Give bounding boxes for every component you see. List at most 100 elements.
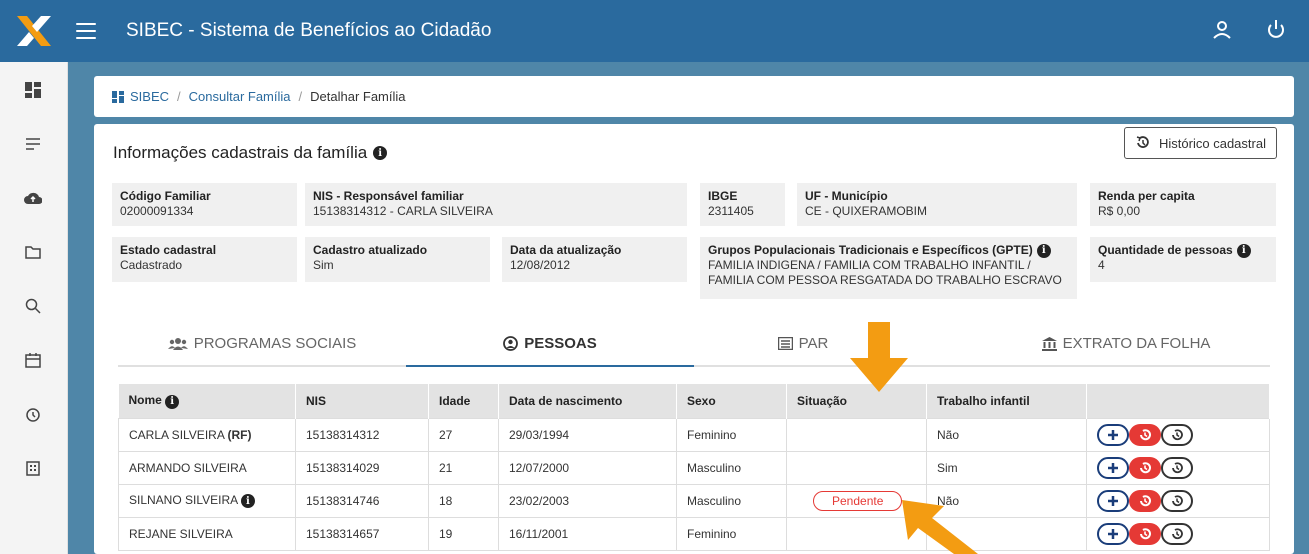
cell-sexo: Feminino <box>676 516 787 551</box>
history-red-button[interactable] <box>1129 522 1161 545</box>
tabs: PROGRAMAS SOCIAIS PESSOAS PAR EXTRATO DA… <box>118 322 1270 367</box>
folder-icon[interactable] <box>23 242 43 262</box>
field-codigo-familiar: Código Familiar 02000091334 <box>112 183 297 226</box>
cell-sexo: Feminino <box>676 417 787 452</box>
field-uf-municipio: UF - Município CE - QUIXERAMOBIM <box>797 183 1077 226</box>
history-icon <box>1172 461 1183 473</box>
cell-nasc: 29/03/1994 <box>498 417 677 452</box>
search-icon[interactable] <box>23 296 43 316</box>
dashboard-icon <box>112 90 124 103</box>
field-data-atualizacao: Data da atualização 12/08/2012 <box>502 237 687 282</box>
add-button[interactable] <box>1097 522 1129 545</box>
history-button[interactable] <box>1161 489 1193 512</box>
col-acoes <box>1086 384 1270 418</box>
alarm-icon[interactable] <box>23 404 43 424</box>
col-sexo: Sexo <box>676 384 787 418</box>
cell-nome: SILNANO SILVEIRA i <box>118 483 296 518</box>
building-icon[interactable] <box>23 458 43 478</box>
add-button[interactable] <box>1097 489 1129 512</box>
cell-nasc: 16/11/2001 <box>498 516 677 551</box>
cloud-upload-icon[interactable] <box>23 188 43 208</box>
plus-icon <box>1108 429 1118 440</box>
cell-sexo: Masculino <box>676 450 787 485</box>
table-row: REJANE SILVEIRA 15138314657 19 16/11/200… <box>118 516 1270 551</box>
annotation-arrow-up-left <box>902 500 978 554</box>
breadcrumb-home[interactable]: SIBEC <box>130 89 169 104</box>
user-icon[interactable] <box>1209 17 1235 43</box>
dashboard-icon[interactable] <box>23 80 43 100</box>
cell-actions <box>1086 417 1270 452</box>
cell-nome: ARMANDO SILVEIRA <box>118 450 296 485</box>
info-icon: i <box>165 394 180 409</box>
cell-nis: 15138314746 <box>295 483 429 518</box>
user-circle-icon <box>503 336 519 351</box>
cell-actions <box>1086 450 1270 485</box>
caixa-x-logo[interactable] <box>0 0 68 62</box>
field-renda: Renda per capita R$ 0,00 <box>1090 183 1276 226</box>
cell-nis: 15138314029 <box>295 450 429 485</box>
status-badge[interactable]: Pendente <box>813 490 903 511</box>
history-red-button[interactable] <box>1129 423 1161 446</box>
people-table: Nome i NIS Idade Data de nascimento Sexo… <box>118 384 1270 551</box>
cell-nasc: 23/02/2003 <box>498 483 677 518</box>
col-idade: Idade <box>428 384 499 418</box>
app-title: SIBEC - Sistema de Benefícios ao Cidadão <box>126 20 492 41</box>
plus-icon <box>1108 528 1118 539</box>
add-button[interactable] <box>1097 423 1129 446</box>
field-quantidade-pessoas: Quantidade de pessoas i 4 <box>1090 237 1276 282</box>
cell-idade: 27 <box>428 417 499 452</box>
history-icon <box>1172 494 1183 506</box>
cell-nome: CARLA SILVEIRA (RF) <box>118 417 296 452</box>
history-icon <box>1140 428 1151 440</box>
tab-programas-sociais[interactable]: PROGRAMAS SOCIAIS <box>118 322 406 365</box>
info-icon: i <box>1236 243 1251 258</box>
sidebar <box>0 62 68 554</box>
tab-par[interactable]: PAR <box>694 322 982 365</box>
plus-icon <box>1108 462 1118 473</box>
history-button[interactable] <box>1161 456 1193 479</box>
list-alt-icon <box>777 337 793 350</box>
users-icon <box>167 337 188 350</box>
table-row: ARMANDO SILVEIRA 15138314029 21 12/07/20… <box>118 450 1270 485</box>
history-button[interactable] <box>1161 423 1193 446</box>
info-icon: i <box>1036 243 1051 258</box>
add-button[interactable] <box>1097 456 1129 479</box>
breadcrumb-consultar-familia[interactable]: Consultar Família <box>189 89 291 104</box>
field-nis-responsavel: NIS - Responsável familiar 15138314312 - … <box>305 183 687 226</box>
history-red-button[interactable] <box>1129 489 1161 512</box>
col-data-nascimento: Data de nascimento <box>498 384 677 418</box>
cell-nasc: 12/07/2000 <box>498 450 677 485</box>
cell-idade: 18 <box>428 483 499 518</box>
cell-situacao <box>786 450 927 485</box>
history-icon <box>1136 136 1149 148</box>
table-row: SILNANO SILVEIRA i 15138314746 18 23/02/… <box>118 483 1270 518</box>
list-icon[interactable] <box>23 134 43 154</box>
history-icon <box>1140 494 1151 506</box>
tab-pessoas[interactable]: PESSOAS <box>406 322 694 367</box>
col-trabalho-infantil: Trabalho infantil <box>926 384 1087 418</box>
tab-extrato-da-folha[interactable]: EXTRATO DA FOLHA <box>982 322 1270 365</box>
history-icon <box>1140 461 1151 473</box>
col-nis: NIS <box>295 384 429 418</box>
breadcrumb: SIBEC / Consultar Família / Detalhar Fam… <box>94 76 1294 117</box>
power-icon[interactable] <box>1263 17 1289 43</box>
field-cadastro-atualizado: Cadastro atualizado Sim <box>305 237 490 282</box>
history-red-button[interactable] <box>1129 456 1161 479</box>
field-estado-cadastral: Estado cadastral Cadastrado <box>112 237 297 282</box>
cell-nis: 15138314657 <box>295 516 429 551</box>
history-icon <box>1172 527 1183 539</box>
calendar-icon[interactable] <box>23 350 43 370</box>
cell-trabalho: Não <box>926 417 1087 452</box>
cell-situacao <box>786 417 927 452</box>
plus-icon <box>1108 495 1118 506</box>
history-button[interactable] <box>1161 522 1193 545</box>
cell-trabalho: Sim <box>926 450 1087 485</box>
field-ibge: IBGE 2311405 <box>700 183 785 226</box>
card-title: Informações cadastrais da família i <box>113 143 388 163</box>
history-button[interactable]: Histórico cadastral <box>1124 127 1277 159</box>
hamburger-icon[interactable] <box>76 23 96 39</box>
cell-nome: REJANE SILVEIRA <box>118 516 296 551</box>
field-gpte: Grupos Populacionais Tradicionais e Espe… <box>700 237 1077 299</box>
cell-idade: 21 <box>428 450 499 485</box>
cell-idade: 19 <box>428 516 499 551</box>
